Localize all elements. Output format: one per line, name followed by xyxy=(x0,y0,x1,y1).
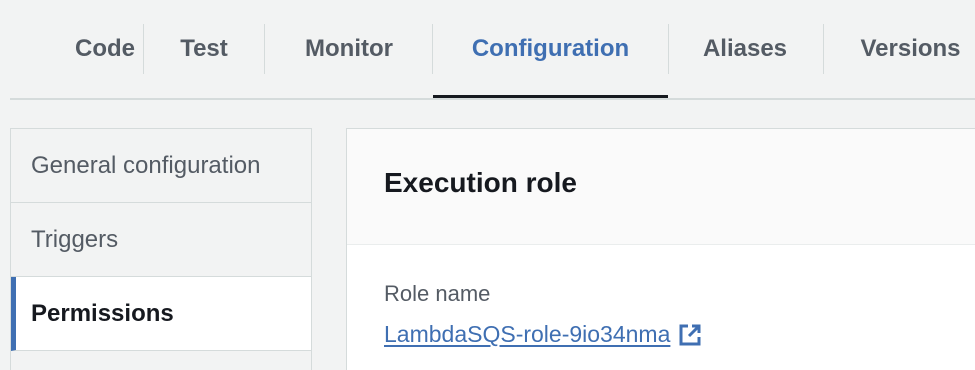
sidebar-item-label: Triggers xyxy=(31,225,119,253)
tab-aliases[interactable]: Aliases xyxy=(670,0,820,97)
sidebar-item-label: General configuration xyxy=(31,151,261,179)
panel-title: Execution role xyxy=(384,167,577,198)
role-name-value[interactable]: LambdaSQS-role-9io34nma xyxy=(384,321,670,348)
sidebar-item-label: Permissions xyxy=(31,299,174,327)
tab-configuration[interactable]: Configuration xyxy=(433,0,668,97)
execution-role-panel: Execution role Role name LambdaSQS-role-… xyxy=(346,128,975,370)
tab-divider xyxy=(823,24,824,74)
external-link-icon[interactable] xyxy=(678,323,702,347)
tab-versions[interactable]: Versions xyxy=(838,0,975,97)
role-name-label: Role name xyxy=(384,281,491,306)
tab-divider xyxy=(143,24,144,74)
tab-test[interactable]: Test xyxy=(150,0,258,97)
sidebar-item-triggers[interactable]: Triggers xyxy=(11,203,311,277)
tab-monitor[interactable]: Monitor xyxy=(270,0,428,97)
config-sidebar: General configuration Triggers Permissio… xyxy=(10,128,312,370)
sidebar-item-permissions[interactable]: Permissions xyxy=(11,277,311,351)
tab-bar: Code Test Monitor Configuration Aliases … xyxy=(0,0,975,100)
tab-divider xyxy=(264,24,265,74)
tab-divider xyxy=(668,24,669,74)
tab-bar-divider xyxy=(10,98,975,100)
lambda-config-view: Code Test Monitor Configuration Aliases … xyxy=(0,0,975,370)
sidebar-item-general-configuration[interactable]: General configuration xyxy=(11,129,311,203)
panel-header: Execution role xyxy=(347,129,975,245)
role-name-link[interactable]: LambdaSQS-role-9io34nma xyxy=(384,321,702,348)
